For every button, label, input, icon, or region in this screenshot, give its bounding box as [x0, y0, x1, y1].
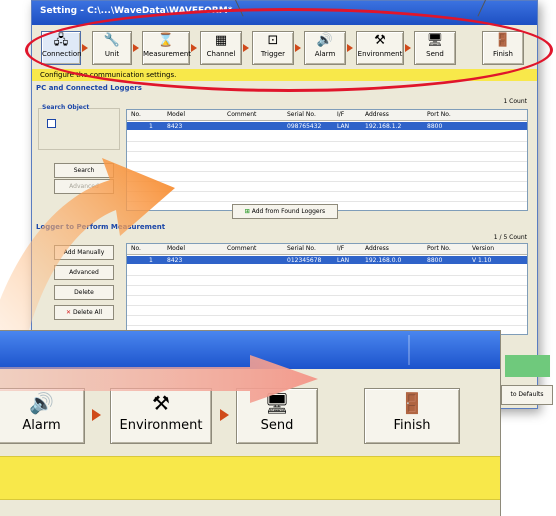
zoom-finish-button[interactable]: 🚪 Finish — [364, 388, 460, 444]
speaker-icon: 🔊 — [29, 391, 54, 415]
add-manually-button[interactable]: Add Manually — [54, 245, 114, 260]
tools-icon: ⚒ — [152, 391, 170, 415]
measure-section-title: Logger to Perform Measurement — [36, 223, 166, 231]
zoom-title-bar — [0, 331, 500, 369]
zoom-environment-button[interactable]: ⚒ Environment — [110, 388, 212, 444]
grid-header: No. Model Comment Serial No. I/F Address… — [127, 244, 527, 255]
grid-header: No. Model Comment Serial No. I/F Address… — [127, 110, 527, 121]
search-button[interactable]: Search — [54, 163, 114, 178]
step-arrow-icon — [92, 409, 101, 421]
connection-section-title: PC and Connected Loggers — [36, 84, 142, 92]
connection-count: 1 Count — [503, 98, 527, 105]
exit-door-icon: 🚪 — [399, 391, 425, 415]
advanced-button[interactable]: Advanced — [54, 265, 114, 280]
reset-to-defaults-button[interactable]: to Defaults — [501, 385, 553, 405]
delete-all-button[interactable]: ✕ Delete All — [54, 305, 114, 320]
found-loggers-grid: No. Model Comment Serial No. I/F Address… — [126, 109, 528, 211]
highlight-ellipse — [25, 8, 553, 92]
advanced-search-button[interactable]: Advanced — [54, 179, 114, 194]
green-status-bar — [505, 355, 550, 377]
step-arrow-icon — [220, 409, 229, 421]
zoomed-toolbar-panel: 🔊 Alarm ⚒ Environment 🖥 Send 🚪 Finish — [0, 330, 501, 516]
add-icon: ⊞ — [244, 208, 250, 215]
table-row[interactable]: 1 8423 012345678 LAN 192.168.0.0 8800 V … — [127, 256, 527, 264]
zoom-instruction-banner — [0, 456, 500, 500]
delete-x-icon: ✕ — [65, 309, 72, 316]
search-object-group: Search Object — [38, 104, 120, 150]
search-object-checkbox[interactable] — [47, 119, 56, 128]
table-row[interactable]: 1 8423 098765432 LAN 192.168.1.2 8800 — [127, 122, 527, 130]
measurement-loggers-grid: No. Model Comment Serial No. I/F Address… — [126, 243, 528, 335]
measure-count: 1 / 5 Count — [493, 234, 527, 241]
add-from-found-loggers-button[interactable]: ⊞ Add from Found Loggers — [232, 204, 338, 219]
computer-send-icon: 🖥 — [264, 391, 290, 415]
zoom-send-button[interactable]: 🖥 Send — [236, 388, 318, 444]
zoom-alarm-button[interactable]: 🔊 Alarm — [0, 388, 85, 444]
delete-button[interactable]: Delete — [54, 285, 114, 300]
